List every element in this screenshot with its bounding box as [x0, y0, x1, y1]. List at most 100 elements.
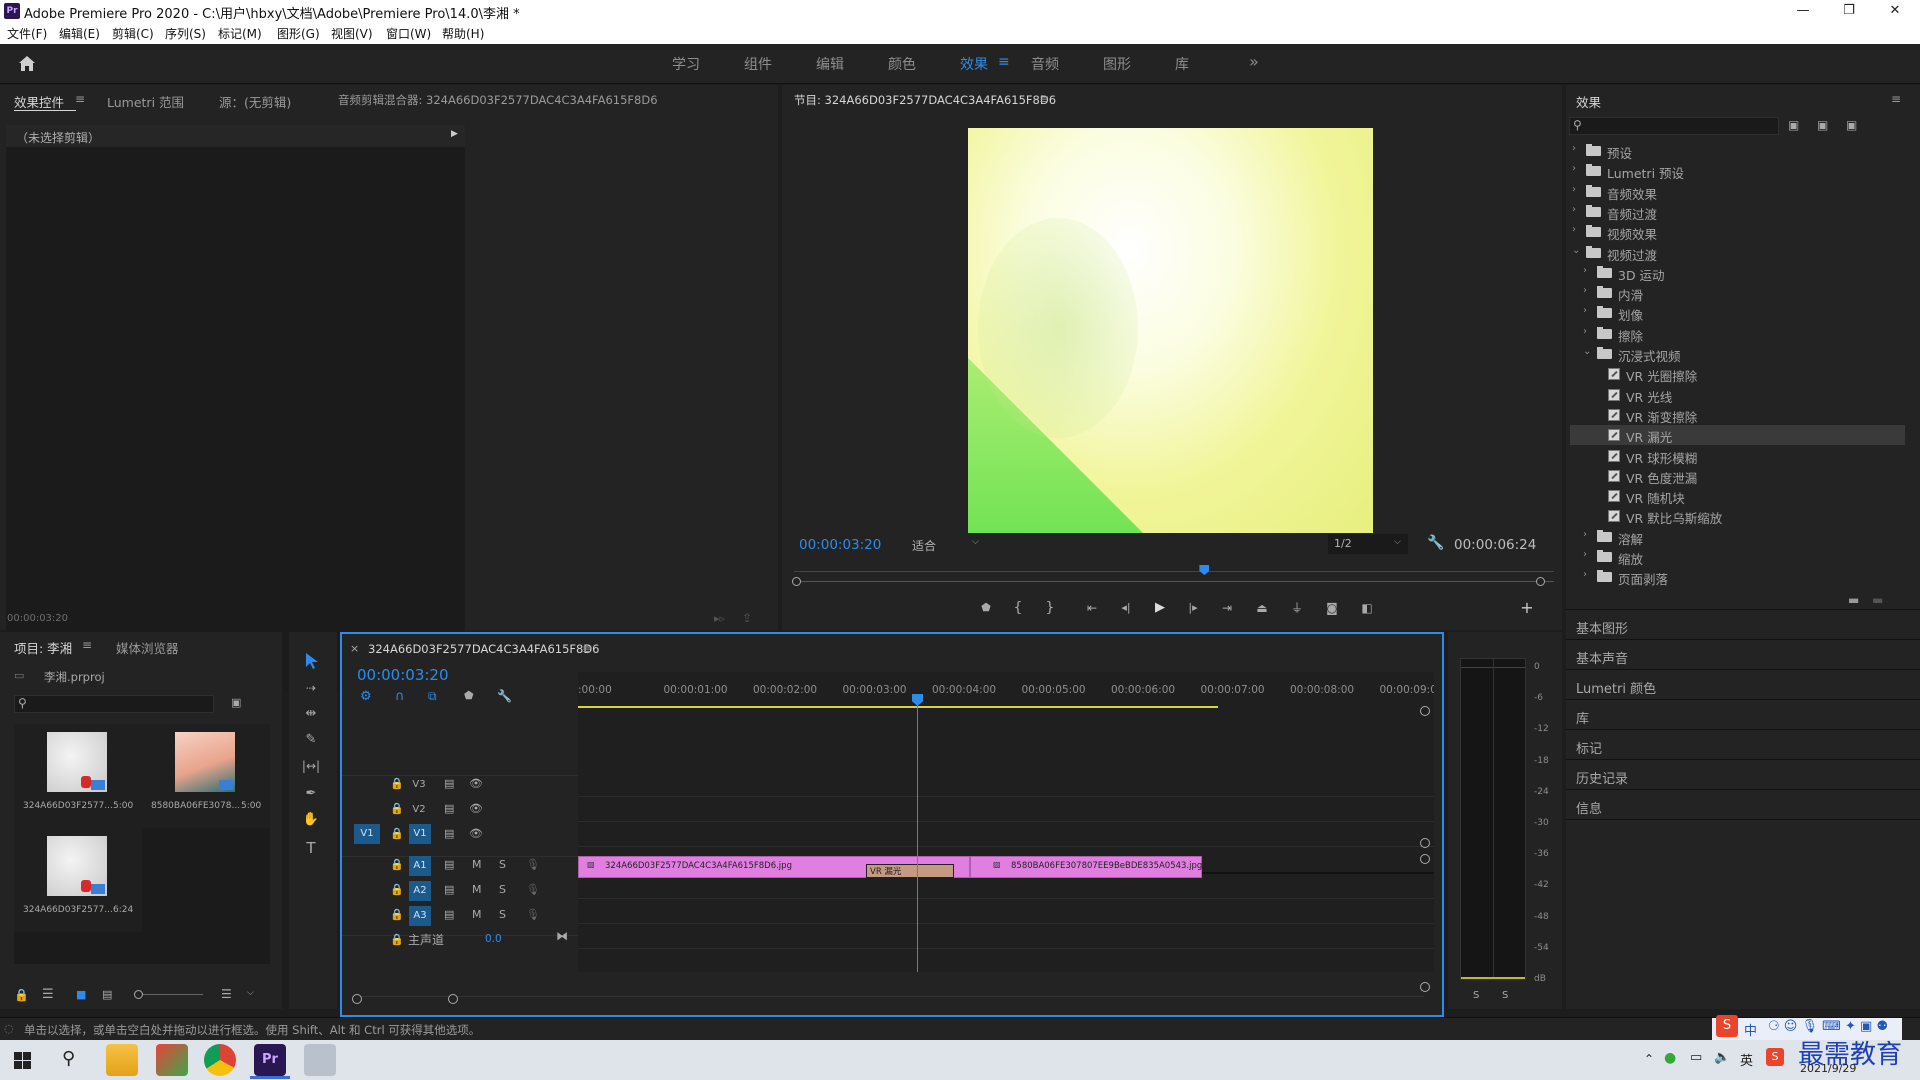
effect-item[interactable]: VR 光线	[1570, 385, 1905, 405]
minimize-button[interactable]: —	[1780, 0, 1826, 22]
effect-item[interactable]: VR 色度泄漏	[1570, 466, 1905, 486]
menu-file[interactable]: 文件(F)	[7, 25, 47, 42]
tab-project[interactable]: 项目: 李湘	[14, 638, 72, 657]
lock-icon[interactable]: 🔒	[390, 933, 404, 946]
lock-icon[interactable]: 🔒	[390, 802, 404, 815]
volume-icon[interactable]: 🔈	[1714, 1050, 1730, 1065]
vertical-scroll-handle[interactable]	[1420, 982, 1430, 992]
tab-source[interactable]: 源：(无剪辑)	[219, 92, 291, 111]
zoom-handle-left[interactable]	[792, 577, 801, 586]
solo-right-button[interactable]: S	[1502, 990, 1508, 1001]
workspace-assembly[interactable]: 组件	[744, 54, 772, 74]
accelerated-effects-icon[interactable]: ▣	[1788, 118, 1799, 132]
hand-tool-icon[interactable]: ✋	[301, 810, 321, 830]
workspace-menu-icon[interactable]: ≡	[998, 54, 1010, 70]
icon-view-icon[interactable]: ■	[76, 988, 86, 1001]
chevron-down-icon[interactable]: ⌄	[1572, 245, 1580, 256]
track-label-a2[interactable]: A2	[409, 881, 431, 901]
project-menu-icon[interactable]: ≡	[82, 638, 92, 652]
step-forward-icon[interactable]: |▸	[1183, 598, 1203, 618]
chrome-icon[interactable]	[204, 1044, 236, 1076]
chevron-down-icon[interactable]: ⌄	[1583, 346, 1591, 357]
effect-folder[interactable]: ⌄ 视频过渡	[1570, 243, 1905, 263]
effect-folder[interactable]: › 内滑	[1570, 283, 1905, 303]
nest-icon[interactable]: ⚙	[360, 689, 372, 704]
go-to-in-icon[interactable]: ⇤	[1082, 598, 1102, 618]
panel-info[interactable]: 信息	[1576, 798, 1602, 817]
chevron-right-icon[interactable]: ›	[1572, 204, 1576, 215]
workspace-color[interactable]: 颜色	[888, 54, 916, 74]
solo-left-button[interactable]: S	[1473, 990, 1479, 1001]
solo-button[interactable]: S	[499, 908, 506, 921]
panel-essential-graphics[interactable]: 基本图形	[1576, 618, 1628, 637]
zoom-slider[interactable]	[143, 994, 203, 995]
eye-icon[interactable]: 👁	[469, 777, 483, 790]
compare-view-icon[interactable]: ◧	[1357, 598, 1377, 618]
network-icon[interactable]: ▭	[1690, 1050, 1702, 1065]
menu-graphics[interactable]: 图形(G)	[277, 25, 320, 42]
tab-lumetri-scopes[interactable]: Lumetri 范围	[107, 92, 184, 111]
add-marker-icon[interactable]: ⬟	[464, 689, 474, 702]
type-tool-icon[interactable]: T	[301, 838, 321, 858]
button-editor-icon[interactable]: +	[1517, 598, 1537, 618]
tab-media-browser[interactable]: 媒体浏览器	[116, 638, 179, 657]
eye-icon[interactable]: 👁	[469, 827, 483, 840]
go-to-next-edit-icon[interactable]: ⧓	[556, 929, 568, 943]
linked-selection-icon[interactable]: ⧉	[428, 689, 437, 704]
panel-lumetri-color[interactable]: Lumetri 颜色	[1576, 678, 1656, 697]
sequence-tab[interactable]: 324A66D03F2577DAC4C3A4FA615F8D6	[368, 642, 600, 656]
tab-effect-controls[interactable]: 效果控件	[14, 92, 64, 111]
menu-help[interactable]: 帮助(H)	[442, 25, 484, 42]
effect-folder[interactable]: › 3D 运动	[1570, 263, 1905, 283]
workspace-effects[interactable]: 效果	[960, 54, 988, 74]
effect-item[interactable]: VR 随机块	[1570, 486, 1905, 506]
track-label-v1[interactable]: V1	[409, 824, 431, 844]
panel-markers[interactable]: 标记	[1576, 738, 1602, 757]
timeline-settings-icon[interactable]: 🔧	[497, 689, 512, 703]
vertical-scroll-handle[interactable]	[1420, 838, 1430, 848]
solo-button[interactable]: S	[499, 858, 506, 871]
chevron-right-icon[interactable]: ›	[1583, 305, 1587, 316]
maximize-button[interactable]: ❐	[1826, 0, 1872, 22]
delete-icon[interactable]: ▬	[1872, 593, 1883, 607]
chevron-right-icon[interactable]: ›	[1583, 326, 1587, 337]
app-icon[interactable]	[304, 1044, 336, 1076]
file-explorer-icon[interactable]	[106, 1044, 138, 1076]
effect-folder[interactable]: › 擦除	[1570, 324, 1905, 344]
wrench-icon[interactable]: 🔧	[1427, 535, 1444, 551]
freeform-view-icon[interactable]: ▤	[102, 988, 112, 1001]
chevron-up-icon[interactable]: ⌃	[1644, 1052, 1654, 1066]
chevron-right-icon[interactable]: ›	[1583, 265, 1587, 276]
timeline-tracks[interactable]: :00:00 00:00:01:00 00:00:02:00 00:00:03:00 0…	[578, 672, 1434, 972]
source-patch-v1[interactable]: V1	[354, 824, 380, 844]
resolution-select[interactable]: 1/2 ⌵	[1328, 534, 1408, 554]
track-label-v3[interactable]: V3	[409, 775, 429, 795]
chevron-right-icon[interactable]: ›	[1583, 285, 1587, 296]
effect-folder[interactable]: › 页面剥落	[1570, 567, 1905, 587]
timeline-playhead[interactable]	[917, 694, 918, 972]
go-to-out-icon[interactable]: ⇥	[1217, 598, 1237, 618]
snap-icon[interactable]: ∩	[395, 689, 405, 704]
razor-tool-icon[interactable]: ✎	[301, 730, 321, 750]
yuv-effects-icon[interactable]: ▣	[1846, 118, 1857, 132]
track-select-tool-icon[interactable]: ⇢	[301, 678, 321, 698]
panel-history[interactable]: 历史记录	[1576, 768, 1628, 787]
effect-item[interactable]: VR 漏光	[1570, 425, 1905, 446]
effect-folder[interactable]: › 缩放	[1570, 547, 1905, 567]
step-back-icon[interactable]: ◂|	[1116, 598, 1136, 618]
effect-folder[interactable]: ⌄ 沉浸式视频	[1570, 344, 1905, 364]
workspace-learn[interactable]: 学习	[672, 54, 700, 74]
master-volume[interactable]: 0.0	[485, 933, 502, 945]
microphone-icon[interactable]: 🎙	[526, 883, 540, 896]
track-label-a3[interactable]: A3	[409, 906, 431, 926]
effect-folder[interactable]: › Lumetri 预设	[1570, 161, 1905, 181]
workspace-editing[interactable]: 编辑	[816, 54, 844, 74]
track-label-v2[interactable]: V2	[409, 800, 429, 820]
effect-item[interactable]: VR 默比乌斯缩放	[1570, 506, 1905, 526]
vertical-scroll-handle[interactable]	[1420, 854, 1430, 864]
sort-icon[interactable]: ☰	[221, 987, 232, 1001]
transition-vr-light-leak[interactable]: VR 漏光	[866, 864, 954, 878]
horizontal-scrollbar[interactable]	[352, 996, 1424, 1004]
filter-icon[interactable]: ▸▹	[714, 612, 725, 625]
premiere-taskbar-icon[interactable]: Pr	[254, 1044, 286, 1076]
